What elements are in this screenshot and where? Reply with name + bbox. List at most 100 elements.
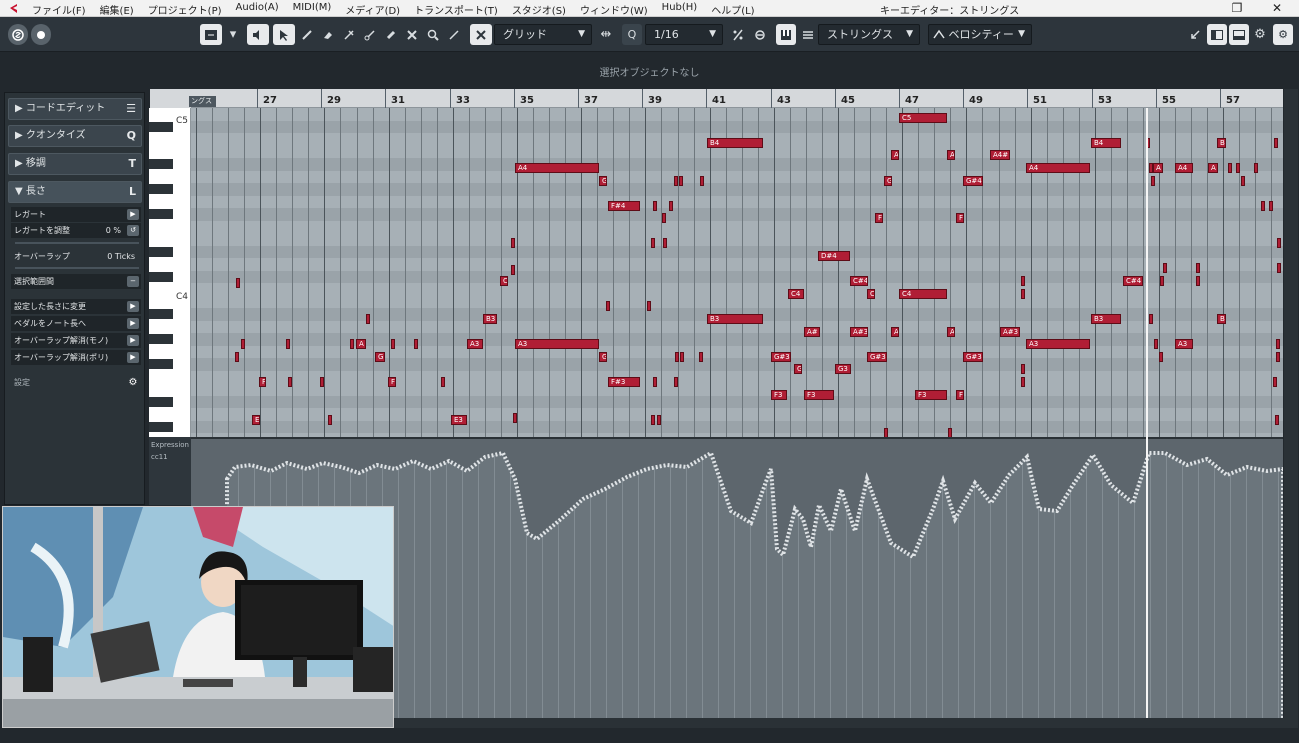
midi-note-short[interactable] [606,301,610,311]
settings-gear-icon[interactable]: ⚙ [127,377,139,388]
black-key[interactable] [149,309,173,319]
midi-note[interactable]: A [891,150,899,160]
midi-note-short[interactable] [663,238,667,248]
midi-note[interactable]: C#4 [850,276,868,286]
legato-adjust-value[interactable]: 0 % [106,223,121,238]
midi-note-short[interactable] [1021,377,1025,387]
midi-note[interactable]: A [947,327,955,337]
midi-note-short[interactable] [657,415,661,425]
vertical-scrollbar[interactable] [1284,89,1298,719]
apply-icon[interactable]: ▶ [127,301,139,312]
iterative-quantize-icon[interactable] [750,24,770,45]
snap-icon[interactable] [470,24,492,45]
midi-note[interactable]: F [259,377,266,387]
midi-note-short[interactable] [414,339,418,349]
midi-note[interactable]: B [1217,314,1226,324]
track-selector-dropdown[interactable]: ストリングス ▼ [818,24,920,45]
midi-note[interactable]: C5 [899,113,947,123]
selection-range-row[interactable]: 選択範囲間 − [11,274,141,289]
midi-note-short[interactable] [511,238,515,248]
controller-lane-label[interactable]: Expression cc11 [149,437,191,505]
midi-note[interactable]: G#3 [771,352,791,362]
project-cursor[interactable] [1146,108,1148,718]
midi-note-short[interactable] [1273,377,1277,387]
midi-note-short[interactable] [513,413,517,423]
midi-note[interactable]: G [884,176,892,186]
midi-note[interactable]: F [388,377,396,387]
trim-tool-icon[interactable] [339,24,359,45]
apply-icon[interactable]: ▶ [127,352,139,363]
midi-note[interactable]: B [1217,138,1226,148]
midi-note[interactable]: A# [804,327,820,337]
midi-note-short[interactable] [1269,201,1273,211]
midi-note-short[interactable] [1149,163,1153,173]
midi-note-short[interactable] [674,176,678,186]
section-transpose[interactable]: ▶ 移調 T [8,153,142,175]
midi-note[interactable]: G#3 [963,352,983,362]
menu-edit[interactable]: 編集(E) [100,2,134,17]
midi-note-short[interactable] [653,377,657,387]
midi-note[interactable]: A [356,339,366,349]
black-key[interactable] [149,359,173,369]
overlap-slider[interactable] [15,267,139,269]
restore-window-button[interactable]: ❐ [1222,0,1252,17]
legato-adjust-slider[interactable] [15,242,139,244]
menu-project[interactable]: プロジェクト(P) [148,2,222,17]
track-list-icon[interactable] [798,24,818,45]
midi-note-short[interactable] [1276,352,1280,362]
zoom-tool-icon[interactable] [423,24,443,45]
midi-note-short[interactable] [679,176,683,186]
midi-note-short[interactable] [1149,314,1153,324]
action-delete-overlaps-mono[interactable]: オーバーラップ解消(モノ) ▶ [11,333,141,348]
midi-note[interactable]: A#3 [1000,327,1020,337]
menu-transport[interactable]: トランスポート(T) [414,2,498,17]
menu-file[interactable]: ファイル(F) [32,2,86,17]
midi-note-short[interactable] [1236,163,1240,173]
midi-note-short[interactable] [884,428,888,437]
black-key[interactable] [149,246,173,257]
midi-note[interactable]: G3 [835,364,851,374]
apply-icon[interactable]: ▶ [127,318,139,329]
midi-note[interactable]: B3 [483,314,497,324]
grid-type-dropdown[interactable]: グリッド ▼ [494,24,592,45]
black-key[interactable] [149,209,173,219]
midi-note-short[interactable] [511,265,515,275]
glue-tool-icon[interactable] [381,24,401,45]
midi-note[interactable]: A3 [467,339,483,349]
midi-note[interactable]: F#4 [608,201,640,211]
section-chord-edit[interactable]: ▶ コードエディット ☰ [8,98,142,120]
midi-note[interactable]: F [956,213,964,223]
midi-note[interactable]: A3 [1175,339,1193,349]
menu-midi[interactable]: MIDI(M) [293,2,332,17]
midi-note[interactable]: A#3 [850,327,868,337]
object-selection-tool-icon[interactable] [273,24,295,45]
midi-note-short[interactable] [1159,352,1163,362]
settings-gear-icon[interactable]: ⚙ [1273,24,1293,45]
midi-note[interactable]: F3 [804,390,834,400]
midi-note-short[interactable] [1275,415,1279,425]
midi-note-short[interactable] [699,352,703,362]
midi-note[interactable]: E [252,415,260,425]
midi-note[interactable]: A4 [1175,163,1193,173]
midi-note[interactable]: C [867,289,875,299]
overlap-value[interactable]: 0 Ticks [107,249,135,264]
quantize-button[interactable]: Q [622,24,642,45]
midi-note-short[interactable] [680,352,684,362]
midi-note-short[interactable] [647,301,651,311]
midi-note-short[interactable] [1277,263,1281,273]
window-zone-icon[interactable] [1185,24,1205,45]
midi-note[interactable]: G#4 [963,176,983,186]
quantize-fraction-icon[interactable] [728,24,748,45]
black-key[interactable] [149,396,173,407]
legato-adjust-row[interactable]: レガートを調整 0 % ↺ [11,223,141,238]
erase-tool-icon[interactable] [318,24,338,45]
midi-note-short[interactable] [320,377,324,387]
auto-scroll-icon[interactable] [200,24,222,45]
midi-note[interactable]: G [375,352,385,362]
menu-hub[interactable]: Hub(H) [662,2,698,17]
setup-window-icon[interactable]: ⚙ [1250,24,1270,45]
midi-note-short[interactable] [675,352,679,362]
speaker-icon[interactable] [247,24,269,45]
midi-note-short[interactable] [1254,163,1258,173]
midi-note-short[interactable] [1228,163,1232,173]
